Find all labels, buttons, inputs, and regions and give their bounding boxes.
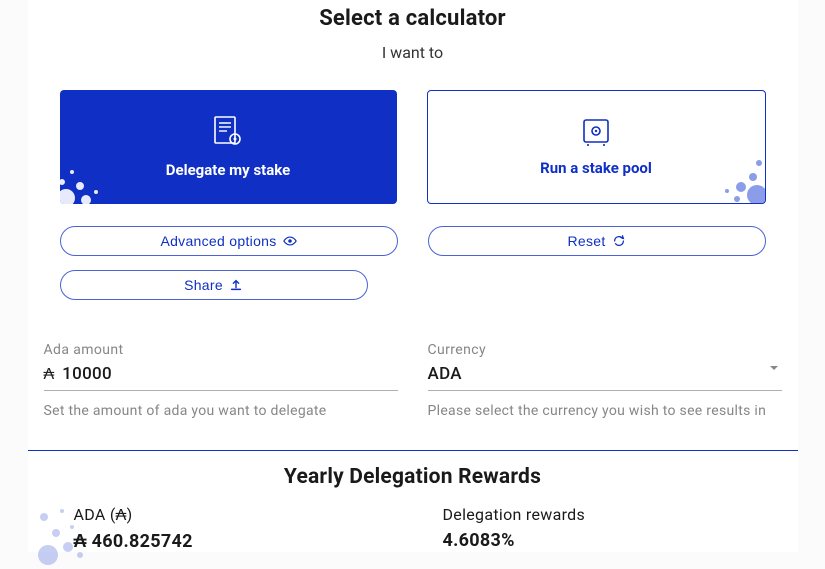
upload-icon [229, 278, 243, 292]
ada-symbol-icon: ₳ [44, 364, 55, 384]
currency-select[interactable]: ADA [428, 360, 782, 391]
currency-label: Currency [428, 342, 782, 358]
certificate-icon [213, 115, 243, 149]
advanced-options-button[interactable]: Advanced options [60, 226, 398, 256]
ada-amount-label: Ada amount [44, 342, 398, 358]
run-pool-label: Run a stake pool [540, 159, 652, 177]
ada-reward-label: ADA (₳) [74, 505, 413, 525]
delegate-stake-label: Delegate my stake [166, 161, 290, 179]
advanced-options-label: Advanced options [160, 233, 276, 249]
section-divider [28, 450, 798, 451]
ada-reward-value: ₳ 460.825742 [74, 531, 413, 552]
currency-value: ADA [428, 364, 782, 384]
chevron-down-icon [770, 366, 778, 370]
safe-icon [581, 117, 611, 147]
ada-amount-input[interactable] [62, 364, 397, 384]
delegate-stake-card[interactable]: Delegate my stake [60, 90, 397, 204]
decoration-dots-icon [709, 147, 766, 204]
decoration-dots-icon [34, 499, 90, 569]
run-pool-card[interactable]: Run a stake pool [427, 90, 766, 204]
decoration-dots-icon [60, 158, 116, 204]
eye-icon [283, 234, 297, 248]
pct-reward-label: Delegation rewards [443, 505, 782, 524]
share-button[interactable]: Share [60, 270, 368, 300]
refresh-icon [612, 234, 626, 248]
page-title: Select a calculator [44, 0, 782, 31]
share-label: Share [184, 277, 223, 293]
reset-label: Reset [567, 233, 605, 249]
pct-reward-value: 4.6083% [443, 530, 782, 551]
results-title: Yearly Delegation Rewards [44, 465, 782, 489]
reset-button[interactable]: Reset [428, 226, 766, 256]
ada-amount-help: Set the amount of ada you want to delega… [44, 401, 398, 422]
page-subtitle: I want to [44, 43, 782, 62]
currency-help: Please select the currency you wish to s… [428, 401, 782, 422]
